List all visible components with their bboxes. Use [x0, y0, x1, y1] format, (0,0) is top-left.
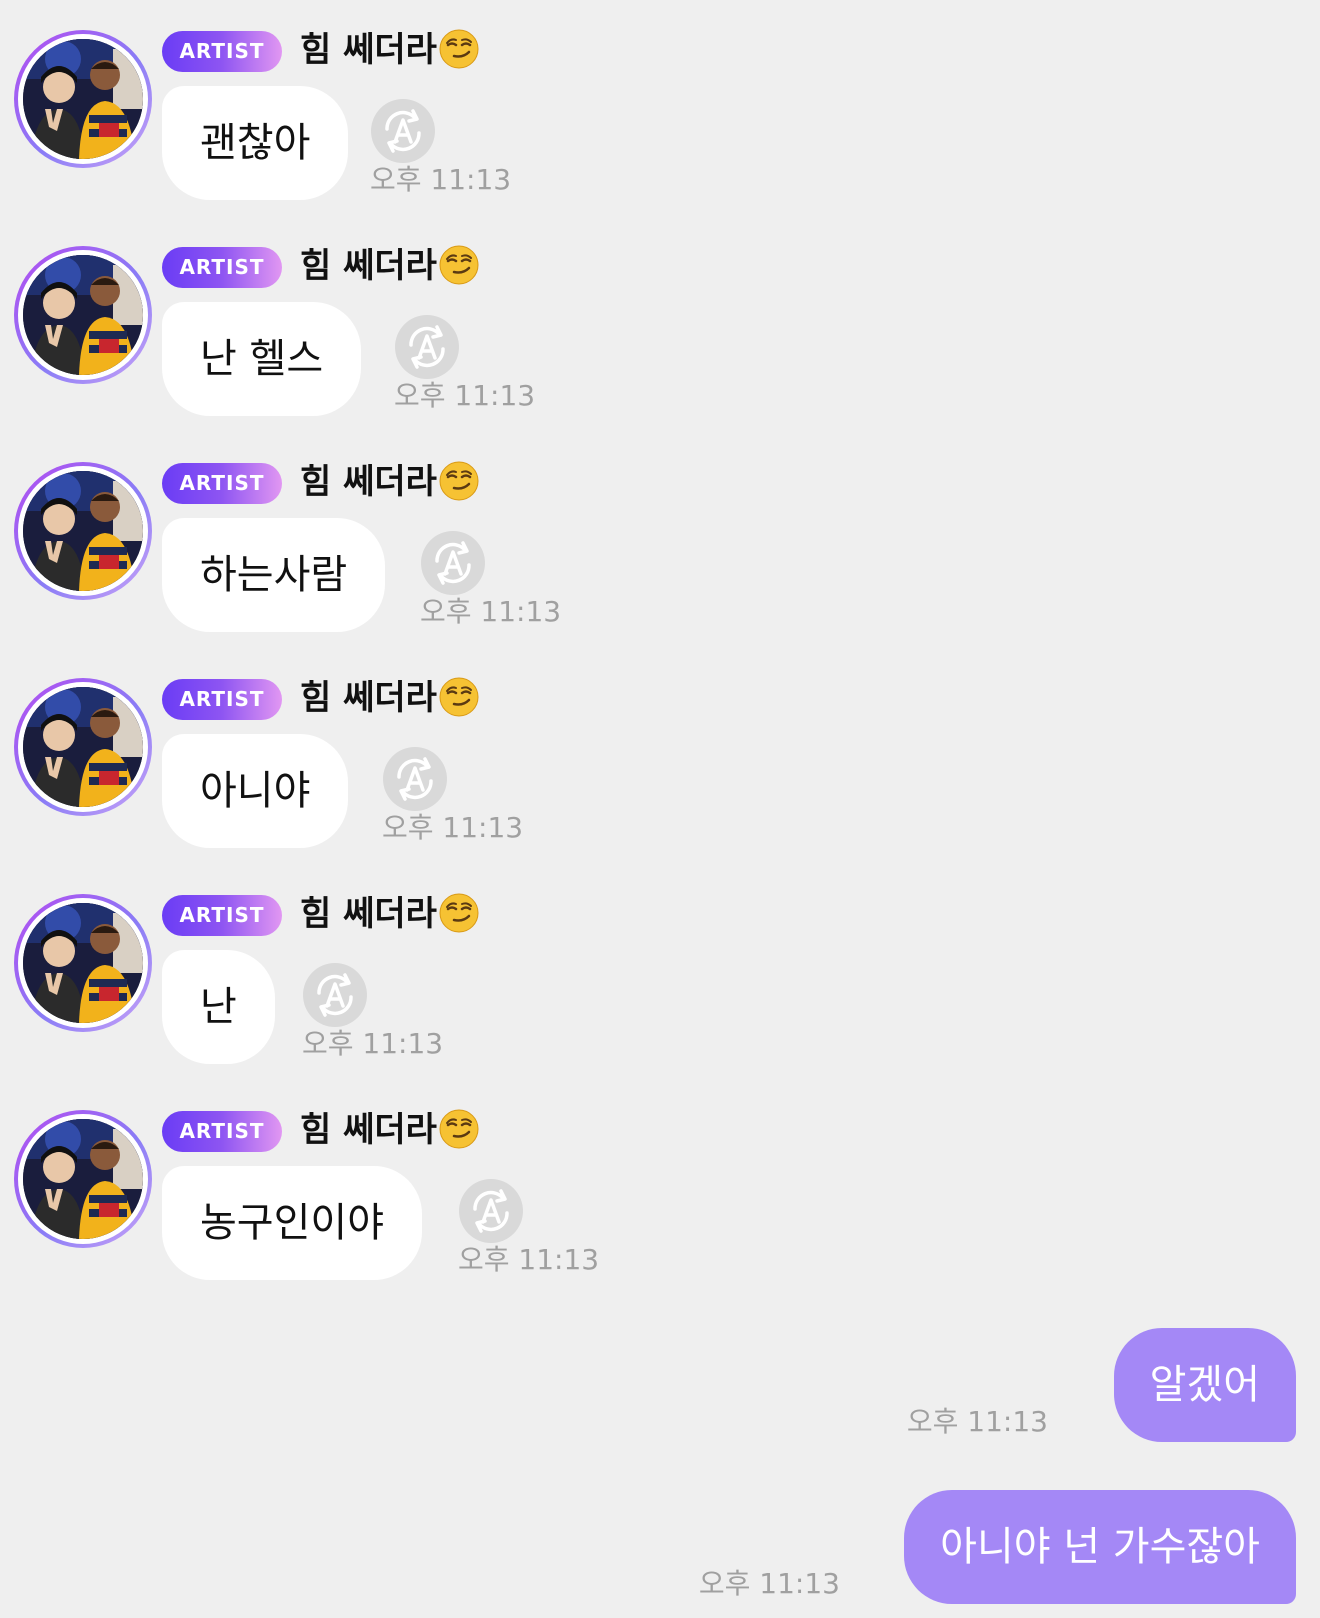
smirking-face-emoji — [439, 29, 479, 69]
outgoing-message: 알겠어 오후 11:13 — [0, 1328, 1320, 1442]
smirking-face-emoji — [439, 893, 479, 933]
message-timestamp: 오후 11:13 — [698, 1567, 840, 1600]
message-timestamp: 오후 11:13 — [906, 1405, 1048, 1438]
avatar[interactable] — [14, 678, 152, 816]
auto-translate-icon[interactable] — [394, 314, 460, 380]
auto-translate-icon[interactable] — [458, 1178, 524, 1244]
auto-translate-icon[interactable] — [370, 98, 436, 164]
incoming-message: ARTIST 힘 쎄더라 하는사람 오후 11:13 — [0, 432, 1320, 648]
message-timestamp: 오후 11:13 — [458, 1243, 600, 1276]
artist-badge: ARTIST — [162, 31, 282, 72]
incoming-message: ARTIST 힘 쎄더라 괜찮아 오후 11:13 — [0, 0, 1320, 216]
sender-name: 힘 쎄더라 — [300, 1104, 479, 1156]
chat-thread[interactable]: ARTIST 힘 쎄더라 괜찮아 오후 11:13 ARTIST 힘 쎄더라 난… — [0, 0, 1320, 1618]
artist-badge: ARTIST — [162, 679, 282, 720]
outgoing-message: 아니야 넌 가수잖아 오후 11:13 — [0, 1490, 1320, 1604]
sender-name: 힘 쎄더라 — [300, 456, 479, 508]
message-bubble[interactable]: 하는사람 — [162, 518, 386, 632]
message-timestamp: 오후 11:13 — [370, 163, 512, 196]
avatar[interactable] — [14, 246, 152, 384]
message-bubble[interactable]: 농구인이야 — [162, 1166, 422, 1280]
sender-name: 힘 쎄더라 — [300, 888, 479, 940]
avatar[interactable] — [14, 894, 152, 1032]
sender-name: 힘 쎄더라 — [300, 240, 479, 292]
smirking-face-emoji — [439, 677, 479, 717]
artist-badge: ARTIST — [162, 1111, 282, 1152]
message-bubble[interactable]: 아니야 — [162, 734, 349, 848]
message-bubble[interactable]: 난 헬스 — [162, 302, 362, 416]
message-timestamp: 오후 11:13 — [420, 595, 562, 628]
message-timestamp: 오후 11:13 — [382, 811, 524, 844]
smirking-face-emoji — [439, 245, 479, 285]
message-timestamp: 오후 11:13 — [302, 1027, 444, 1060]
incoming-message: ARTIST 힘 쎄더라 아니야 오후 11:13 — [0, 648, 1320, 864]
message-timestamp: 오후 11:13 — [394, 379, 536, 412]
avatar[interactable] — [14, 462, 152, 600]
auto-translate-icon[interactable] — [382, 746, 448, 812]
smirking-face-emoji — [439, 1109, 479, 1149]
message-bubble[interactable]: 괜찮아 — [162, 86, 349, 200]
sender-name: 힘 쎄더라 — [300, 672, 479, 724]
sender-name: 힘 쎄더라 — [300, 24, 479, 76]
message-bubble[interactable]: 아니야 넌 가수잖아 — [904, 1490, 1296, 1604]
incoming-message: ARTIST 힘 쎄더라 난 오후 11:13 — [0, 864, 1320, 1080]
incoming-message: ARTIST 힘 쎄더라 농구인이야 오후 11:13 — [0, 1080, 1320, 1296]
artist-badge: ARTIST — [162, 895, 282, 936]
message-bubble[interactable]: 알겠어 — [1113, 1328, 1296, 1442]
auto-translate-icon[interactable] — [420, 530, 486, 596]
message-bubble[interactable]: 난 — [162, 950, 275, 1064]
artist-badge: ARTIST — [162, 247, 282, 288]
artist-badge: ARTIST — [162, 463, 282, 504]
avatar[interactable] — [14, 30, 152, 168]
avatar[interactable] — [14, 1110, 152, 1248]
auto-translate-icon[interactable] — [302, 962, 368, 1028]
smirking-face-emoji — [439, 461, 479, 501]
incoming-message: ARTIST 힘 쎄더라 난 헬스 오후 11:13 — [0, 216, 1320, 432]
